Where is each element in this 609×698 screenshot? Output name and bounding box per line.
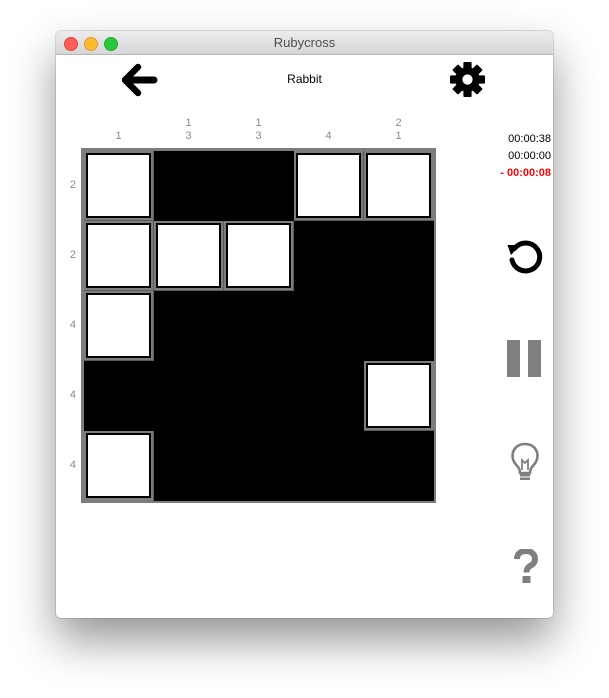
empty-cell[interactable] — [85, 292, 151, 358]
row-clue: 4 — [69, 388, 76, 401]
title-bar: Rubycross — [56, 31, 553, 55]
column-clue-number: 1 — [115, 130, 122, 142]
row-clue: 2 — [69, 248, 76, 261]
filled-cell[interactable] — [363, 430, 434, 501]
empty-cell[interactable] — [225, 222, 291, 288]
column-clue: 4 — [294, 130, 364, 143]
row-clue: 4 — [69, 318, 76, 331]
filled-cell[interactable] — [293, 290, 364, 361]
back-arrow-icon[interactable] — [122, 63, 158, 99]
puzzle-title: Rabbit — [287, 72, 322, 86]
column-clue-number: 3 — [185, 130, 192, 142]
column-clue-number: 3 — [255, 130, 262, 142]
filled-cell[interactable] — [363, 290, 434, 361]
empty-cell[interactable] — [85, 152, 151, 218]
filled-cell[interactable] — [153, 290, 224, 361]
column-clue: 21 — [364, 117, 434, 143]
empty-cell[interactable] — [85, 222, 151, 288]
filled-cell[interactable] — [293, 220, 364, 291]
empty-cell[interactable] — [155, 222, 221, 288]
pause-icon[interactable] — [507, 340, 543, 378]
restart-icon[interactable] — [505, 237, 545, 277]
column-clue: 1 — [84, 130, 154, 143]
filled-cell[interactable] — [223, 430, 294, 501]
empty-cell[interactable] — [365, 362, 431, 428]
filled-cell[interactable] — [223, 290, 294, 361]
filled-cell[interactable] — [153, 150, 224, 221]
column-clue-number: 1 — [255, 117, 262, 129]
column-clue-number: 1 — [185, 117, 192, 129]
app-window: Rubycross Rabbit 11313421 22444 00:00:38… — [56, 31, 553, 618]
row-clue: 2 — [69, 178, 76, 191]
window-title: Rubycross — [273, 35, 336, 50]
filled-cell[interactable] — [363, 220, 434, 291]
gear-icon[interactable] — [450, 62, 485, 97]
hint-lightbulb-icon[interactable] — [510, 442, 540, 482]
column-clue-number: 4 — [325, 130, 332, 142]
help-question-icon[interactable] — [513, 549, 539, 585]
filled-cell[interactable] — [223, 150, 294, 221]
filled-cell[interactable] — [153, 430, 224, 501]
filled-cell[interactable] — [293, 430, 364, 501]
puzzle-board[interactable] — [81, 148, 436, 503]
row-clue: 4 — [69, 458, 76, 471]
filled-cell[interactable] — [83, 360, 154, 431]
secondary-timer: 00:00:00 — [508, 150, 551, 162]
filled-cell[interactable] — [153, 360, 224, 431]
filled-cell[interactable] — [293, 360, 364, 431]
elapsed-timer: 00:00:38 — [508, 133, 551, 145]
empty-cell[interactable] — [365, 152, 431, 218]
empty-cell[interactable] — [295, 152, 361, 218]
filled-cell[interactable] — [223, 360, 294, 431]
column-clue-number: 1 — [395, 130, 402, 142]
column-clue: 13 — [224, 117, 294, 143]
penalty-timer: - 00:00:08 — [500, 167, 551, 179]
empty-cell[interactable] — [85, 432, 151, 498]
column-clue: 13 — [154, 117, 224, 143]
column-clue-number: 2 — [395, 117, 402, 129]
